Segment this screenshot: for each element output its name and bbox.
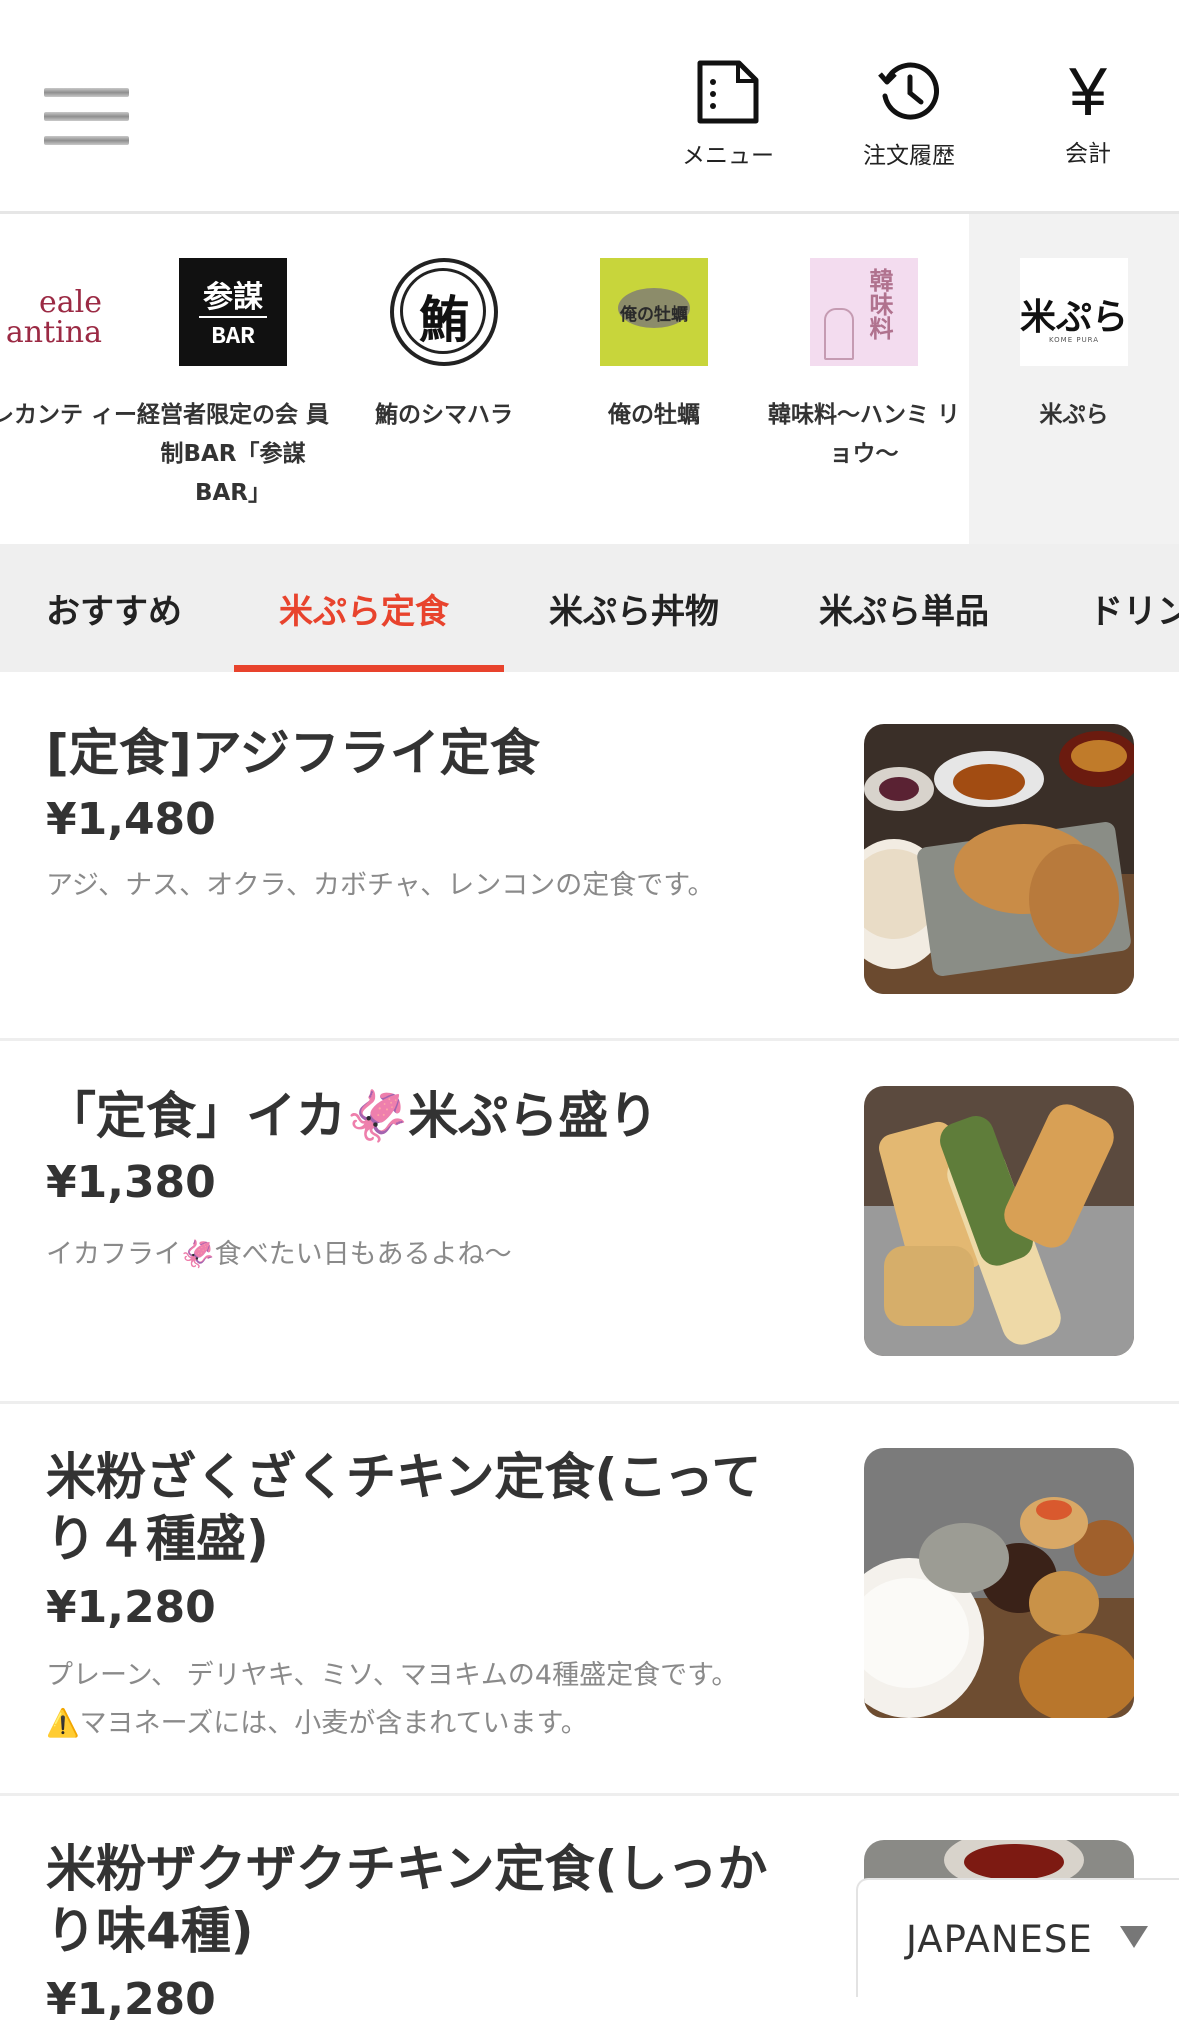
shop-item[interactable]: eale antina ーレカンテ ィーナ (0, 258, 148, 474)
shop-logo: 鮪 (390, 258, 498, 366)
app-header: メニュー 注文履歴 ¥ 会計 (0, 0, 1179, 214)
shop-name: 鮪のシマハラ (375, 402, 513, 428)
shop-logo-text: 韓味料 (865, 268, 893, 340)
shop-name: 米ぷら (1039, 402, 1109, 428)
order-history-button[interactable]: 注文履歴 (829, 60, 989, 180)
checkout-label: 会計 (1065, 141, 1111, 167)
item-photo[interactable] (864, 724, 1134, 994)
tab-komepura-teishoku[interactable]: 米ぷら定食 (279, 584, 449, 633)
shop-logo-text: 参謀 (203, 280, 263, 315)
shop-logo: 韓味料 (810, 258, 918, 366)
tab-drink[interactable]: ドリン (1089, 584, 1179, 633)
shop-item[interactable]: 参謀 BAR 経営者限定の会 員制BAR「参謀 BAR」 (133, 258, 333, 513)
shop-logo-text: 鮪 (419, 291, 469, 349)
menu-item[interactable]: 米粉ざくざくチキン定食(こってり４種盛) ¥1,280 プレーン、 デリヤキ、ミ… (0, 1404, 1179, 1796)
chicken-photo (864, 1448, 1134, 1718)
item-price: ¥1,380 (46, 1157, 216, 1208)
yen-icon: ¥ (1069, 54, 1107, 130)
shop-name: 経営者限定の会 員制BAR「参謀 BAR」 (136, 402, 329, 506)
shop-item[interactable]: 米ぷら KOME PURA 米ぷら (974, 258, 1174, 435)
checkout-button[interactable]: ¥ 会計 (1008, 56, 1168, 176)
shop-logo: eale antina (0, 258, 102, 366)
item-description: イカフライ🦑食べたい日もあるよね〜 (46, 1239, 512, 1270)
shop-name: 俺の牡蠣 (608, 402, 700, 428)
shop-logo: 参謀 BAR (179, 258, 287, 366)
menu-button-label: メニュー (682, 143, 774, 169)
hamburger-menu-icon[interactable] (44, 88, 129, 146)
item-description: アジ、ナス、オクラ、カボチャ、レンコンの定食です。 (46, 870, 715, 901)
tab-komepura-tanpin[interactable]: 米ぷら単品 (819, 584, 989, 633)
item-price: ¥1,280 (46, 1582, 216, 1633)
tab-komepura-donmono[interactable]: 米ぷら丼物 (549, 584, 719, 633)
shop-logo-text: 米ぷら (1020, 296, 1129, 338)
menu-item[interactable]: 「定食」イカ🦑米ぷら盛り ¥1,380 イカフライ🦑食べたい日もあるよね〜 (0, 1041, 1179, 1404)
item-title: 「定食」イカ🦑米ぷら盛り (46, 1087, 659, 1145)
menu-button[interactable]: メニュー (648, 60, 808, 180)
aji-fry-photo (864, 724, 1134, 994)
item-description: プレーン、 デリヤキ、ミソ、マヨキムの4種盛定食です。 (46, 1660, 739, 1691)
shop-name: ーレカンテ ィーナ (0, 402, 138, 428)
shop-name: 韓味料〜ハンミ リョウ〜 (767, 402, 960, 467)
shop-item[interactable]: 鮪 鮪のシマハラ (344, 258, 544, 435)
tab-osusume[interactable]: おすすめ (46, 584, 182, 633)
category-tabs: おすすめ 米ぷら定食 米ぷら丼物 米ぷら単品 ドリン (0, 544, 1179, 672)
item-photo[interactable] (864, 1448, 1134, 1718)
item-price: ¥1,280 (46, 1974, 216, 2025)
shop-item[interactable]: 韓味料 韓味料〜ハンミ リョウ〜 (764, 258, 964, 474)
dropdown-arrow-icon (1120, 1926, 1148, 1948)
shop-carousel-active[interactable]: 米ぷら KOME PURA 米ぷら (969, 214, 1179, 544)
item-title: 米粉ざくざくチキン定食(こってり４種盛) (46, 1448, 762, 1568)
history-clock-icon (878, 62, 940, 120)
item-price: ¥1,480 (46, 794, 216, 845)
shop-logo-text: eale antina (5, 285, 102, 350)
item-title: [定食]アジフライ定食 (46, 724, 540, 782)
shop-carousel[interactable]: eale antina ーレカンテ ィーナ 参謀 BAR 経営者限定の会 員制B… (0, 214, 969, 544)
language-select[interactable]: JAPANESE (856, 1878, 1179, 1997)
language-selected-value: JAPANESE (906, 1918, 1093, 1961)
shop-logo: 俺の牡蠣 (600, 258, 708, 366)
menu-document-icon (697, 60, 759, 124)
item-title: 米粉ザクザクチキン定食(しっかり味4種) (46, 1840, 768, 1960)
shop-logo: 米ぷら KOME PURA (1020, 258, 1128, 366)
item-allergy-note: ⚠️マヨネーズには、小麦が含まれています。 (46, 1708, 588, 1739)
shop-item[interactable]: 俺の牡蠣 俺の牡蠣 (554, 258, 754, 435)
order-history-label: 注文履歴 (863, 143, 955, 169)
menu-item[interactable]: [定食]アジフライ定食 ¥1,480 アジ、ナス、オクラ、カボチャ、レンコンの定… (0, 672, 1179, 1041)
item-photo[interactable] (864, 1086, 1134, 1356)
shop-logo-text: 俺の牡蠣 (620, 305, 688, 325)
active-tab-indicator (234, 665, 504, 672)
ika-tempura-photo (864, 1086, 1134, 1356)
